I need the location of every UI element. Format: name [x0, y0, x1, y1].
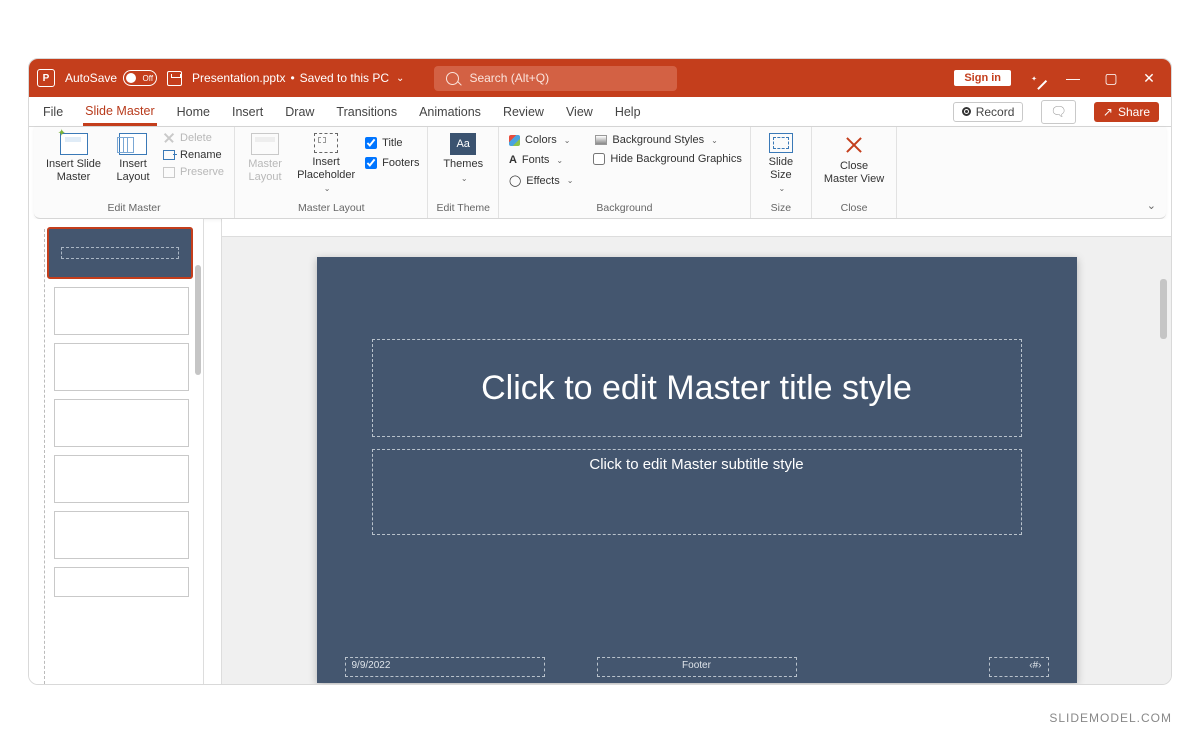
powerpoint-icon: P — [37, 69, 55, 87]
slide-number-placeholder[interactable]: ‹#› — [989, 657, 1049, 677]
tab-slide-master[interactable]: Slide Master — [83, 99, 156, 126]
tab-review[interactable]: Review — [501, 100, 546, 124]
minimize-button[interactable]: — — [1059, 70, 1087, 86]
insert-slide-master-button[interactable]: Insert Slide Master — [42, 131, 105, 185]
background-styles-button[interactable]: Background Styles⌄ — [593, 133, 741, 147]
tab-view[interactable]: View — [564, 100, 595, 124]
slide-size-button[interactable]: Slide Size⌄ — [759, 131, 803, 195]
colors-icon — [509, 135, 520, 146]
close-master-view-button[interactable]: Close Master View — [820, 131, 888, 187]
search-input[interactable]: Search (Alt+Q) — [434, 66, 677, 91]
master-thumbnail[interactable] — [47, 227, 193, 279]
chevron-down-icon: ⌄ — [461, 174, 468, 183]
slide-master-icon — [60, 133, 88, 155]
themes-icon — [450, 133, 476, 155]
autosave-toggle[interactable]: AutoSave Off — [65, 70, 157, 86]
group-close: Close Master View Close — [812, 127, 897, 218]
document-title[interactable]: Presentation.pptx • Saved to this PC ⌄ — [192, 71, 404, 85]
footers-checkbox[interactable]: Footers — [365, 157, 419, 169]
tab-animations[interactable]: Animations — [417, 100, 483, 124]
insert-placeholder-button[interactable]: Insert Placeholder⌄ — [293, 131, 359, 195]
editor-area: Click to edit Master title style Click t… — [29, 219, 1171, 684]
hide-bg-checkbox[interactable]: Hide Background Graphics — [593, 153, 741, 165]
chevron-down-icon: ⌄ — [711, 136, 718, 145]
fonts-icon: A — [509, 154, 517, 166]
title-bar: P AutoSave Off Presentation.pptx • Saved… — [29, 59, 1171, 97]
tab-file[interactable]: File — [41, 100, 65, 124]
group-size: Slide Size⌄ Size — [751, 127, 812, 218]
layout-thumbnail[interactable] — [54, 567, 189, 597]
preserve-icon — [163, 167, 175, 178]
preserve-button: Preserve — [161, 165, 226, 179]
title-placeholder[interactable]: Click to edit Master title style — [372, 339, 1022, 437]
thumbnail-panel[interactable] — [29, 219, 204, 684]
slide-canvas-area[interactable]: Click to edit Master title style Click t… — [222, 219, 1171, 684]
delete-icon — [163, 132, 175, 144]
chevron-down-icon: ⌄ — [556, 156, 563, 165]
autosave-label: AutoSave — [65, 71, 117, 85]
hierarchy-line — [44, 229, 45, 684]
layout-thumbnail[interactable] — [54, 455, 189, 503]
app-window: P AutoSave Off Presentation.pptx • Saved… — [28, 58, 1172, 685]
tab-transitions[interactable]: Transitions — [334, 100, 399, 124]
group-master-layout: Master Layout Insert Placeholder⌄ Title … — [235, 127, 428, 218]
layout-thumbnail[interactable] — [54, 287, 189, 335]
ribbon-tabs: File Slide Master Home Insert Draw Trans… — [29, 97, 1171, 127]
close-icon — [842, 133, 866, 157]
layout-icon — [119, 133, 147, 155]
date-placeholder[interactable]: 9/9/2022 — [345, 657, 545, 677]
search-icon — [446, 72, 459, 85]
share-icon: ↗ — [1103, 105, 1113, 119]
slide-master-canvas[interactable]: Click to edit Master title style Click t… — [317, 257, 1077, 683]
ribbon: Insert Slide Master Insert Layout Delete… — [34, 127, 1166, 219]
fonts-button[interactable]: AFonts⌄ — [507, 153, 575, 167]
scrollbar-thumb[interactable] — [1160, 279, 1167, 339]
toggle-switch[interactable]: Off — [123, 70, 157, 86]
chevron-down-icon: ⌄ — [564, 136, 571, 145]
tab-help[interactable]: Help — [613, 100, 643, 124]
collapse-ribbon-button[interactable]: ⌄ — [1147, 199, 1156, 212]
scrollbar-thumb[interactable] — [195, 265, 201, 375]
tab-draw[interactable]: Draw — [283, 100, 316, 124]
layout-thumbnail[interactable] — [54, 511, 189, 559]
tab-insert[interactable]: Insert — [230, 100, 265, 124]
vertical-ruler — [204, 219, 222, 684]
group-background: Colors⌄ AFonts⌄ ◯Effects⌄ Background Sty… — [499, 127, 751, 218]
group-edit-theme: Themes⌄ Edit Theme — [428, 127, 499, 218]
effects-icon: ◯ — [509, 174, 521, 187]
layout-thumbnail[interactable] — [54, 343, 189, 391]
comments-button[interactable]: 🗨 — [1041, 100, 1076, 124]
slide-size-icon — [769, 133, 793, 153]
layout-thumbnail[interactable] — [54, 399, 189, 447]
chevron-down-icon: ⌄ — [396, 73, 404, 84]
bg-styles-icon — [595, 135, 607, 145]
rename-button[interactable]: Rename — [161, 148, 226, 162]
master-layout-button: Master Layout — [243, 131, 287, 185]
watermark: SLIDEMODEL.COM — [1049, 711, 1172, 725]
maximize-button[interactable]: ▢ — [1097, 70, 1125, 87]
footer-placeholder[interactable]: Footer — [597, 657, 797, 677]
subtitle-placeholder[interactable]: Click to edit Master subtitle style — [372, 449, 1022, 535]
effects-button[interactable]: ◯Effects⌄ — [507, 173, 575, 188]
record-button[interactable]: Record — [953, 102, 1024, 122]
master-layout-icon — [251, 133, 279, 155]
record-icon — [962, 107, 971, 116]
chevron-down-icon: ⌄ — [324, 184, 331, 193]
chevron-down-icon: ⌄ — [779, 184, 786, 193]
title-checkbox[interactable]: Title — [365, 137, 419, 149]
group-edit-master: Insert Slide Master Insert Layout Delete… — [34, 127, 235, 218]
horizontal-ruler — [222, 219, 1171, 237]
close-button[interactable]: ✕ — [1135, 70, 1163, 87]
placeholder-icon — [314, 133, 338, 153]
save-icon[interactable] — [167, 71, 182, 86]
share-button[interactable]: ↗Share — [1094, 102, 1159, 122]
rename-icon — [163, 150, 175, 160]
themes-button[interactable]: Themes⌄ — [439, 131, 487, 185]
insert-layout-button[interactable]: Insert Layout — [111, 131, 155, 185]
sign-in-button[interactable]: Sign in — [954, 70, 1011, 86]
tab-home[interactable]: Home — [175, 100, 212, 124]
colors-button[interactable]: Colors⌄ — [507, 133, 575, 147]
delete-button: Delete — [161, 131, 226, 145]
chevron-down-icon: ⌄ — [567, 176, 574, 185]
